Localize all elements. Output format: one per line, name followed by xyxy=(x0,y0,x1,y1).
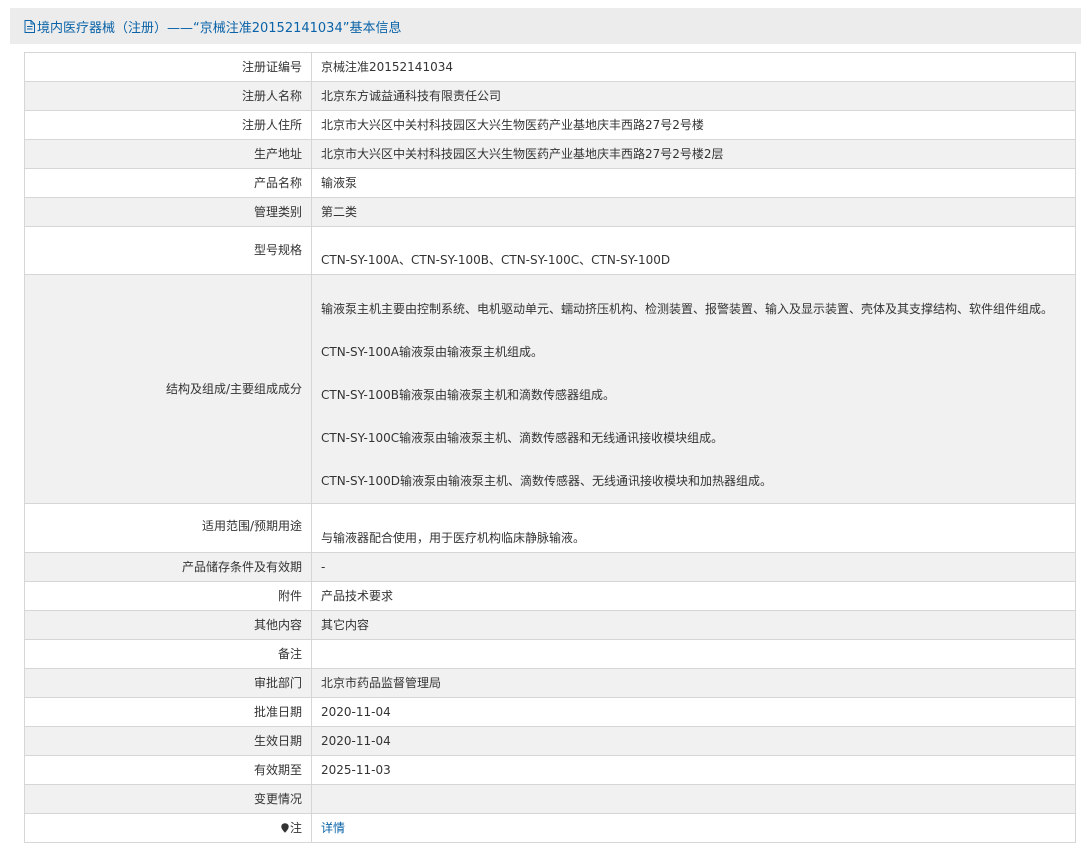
table-row: 型号规格 CTN-SY-100A、CTN-SY-100B、CTN-SY-100C… xyxy=(24,226,1076,275)
structure-paragraph: CTN-SY-100B输液泵由输液泵主机和滴数传感器组成。 xyxy=(321,388,616,402)
field-value: - xyxy=(311,552,1076,582)
field-label: 结构及组成/主要组成成分 xyxy=(24,274,312,504)
field-value: 其它内容 xyxy=(311,610,1076,640)
field-label: 生产地址 xyxy=(24,139,312,169)
table-row: 有效期至 2025-11-03 xyxy=(24,755,1076,785)
structure-value: 输液泵主机主要由控制系统、电机驱动单元、蠕动挤压机构、检测装置、报警装置、输入及… xyxy=(311,274,1076,504)
field-label: 产品名称 xyxy=(24,168,312,198)
structure-paragraph: 输液泵主机主要由控制系统、电机驱动单元、蠕动挤压机构、检测装置、报警装置、输入及… xyxy=(321,302,1054,316)
registration-info-table: 注册证编号 京械注准20152141034 注册人名称 北京东方诚益通科技有限责… xyxy=(24,52,1076,843)
field-value: 北京东方诚益通科技有限责任公司 xyxy=(311,81,1076,111)
table-row: 生产地址 北京市大兴区中关村科技园区大兴生物医药产业基地庆丰西路27号2号楼2层 xyxy=(24,139,1076,169)
field-label: 附件 xyxy=(24,581,312,611)
table-row: 批准日期 2020-11-04 xyxy=(24,697,1076,727)
table-row: 注册证编号 京械注准20152141034 xyxy=(24,52,1076,82)
page-title: 境内医疗器械（注册）——“京械注准20152141034”基本信息 xyxy=(37,20,402,36)
table-row: 其他内容 其它内容 xyxy=(24,610,1076,640)
field-label: 备注 xyxy=(24,639,312,669)
field-label: 适用范围/预期用途 xyxy=(24,503,312,553)
field-value xyxy=(311,784,1076,814)
field-label: 管理类别 xyxy=(24,197,312,227)
field-label: 变更情况 xyxy=(24,784,312,814)
field-value: 输液泵 xyxy=(311,168,1076,198)
structure-paragraph: CTN-SY-100A输液泵由输液泵主机组成。 xyxy=(321,345,543,359)
title-bar: 境内医疗器械（注册）——“京械注准20152141034”基本信息 xyxy=(10,8,1081,44)
table-row: 备注 xyxy=(24,639,1076,669)
note-label-text: 注 xyxy=(289,821,302,835)
field-value: 2020-11-04 xyxy=(311,697,1076,727)
table-row: 变更情况 xyxy=(24,784,1076,814)
field-value: 与输液器配合使用，用于医疗机构临床静脉输液。 xyxy=(311,503,1076,553)
field-label: 注册证编号 xyxy=(24,52,312,82)
structure-paragraph: CTN-SY-100D输液泵由输液泵主机、滴数传感器、无线通讯接收模块和加热器组… xyxy=(321,474,773,488)
table-row: 注册人住所 北京市大兴区中关村科技园区大兴生物医药产业基地庆丰西路27号2号楼 xyxy=(24,110,1076,140)
field-value: 北京市大兴区中关村科技园区大兴生物医药产业基地庆丰西路27号2号楼2层 xyxy=(311,139,1076,169)
field-value xyxy=(311,639,1076,669)
field-label: 生效日期 xyxy=(24,726,312,756)
table-row: 审批部门 北京市药品监督管理局 xyxy=(24,668,1076,698)
field-label: 注册人住所 xyxy=(24,110,312,140)
table-row: 适用范围/预期用途 与输液器配合使用，用于医疗机构临床静脉输液。 xyxy=(24,503,1076,553)
field-value: CTN-SY-100A、CTN-SY-100B、CTN-SY-100C、CTN-… xyxy=(311,226,1076,275)
table-row: 附件 产品技术要求 xyxy=(24,581,1076,611)
table-row: 注 详情 xyxy=(24,813,1076,843)
field-value: 北京市药品监督管理局 xyxy=(311,668,1076,698)
field-label: 审批部门 xyxy=(24,668,312,698)
table-row: 产品储存条件及有效期 - xyxy=(24,552,1076,582)
note-label: 注 xyxy=(24,813,312,843)
table-row: 结构及组成/主要组成成分 输液泵主机主要由控制系统、电机驱动单元、蠕动挤压机构、… xyxy=(24,274,1076,504)
structure-paragraph: CTN-SY-100C输液泵由输液泵主机、滴数传感器和无线通讯接收模块组成。 xyxy=(321,431,724,445)
table-row: 管理类别 第二类 xyxy=(24,197,1076,227)
field-value: 产品技术要求 xyxy=(311,581,1076,611)
field-label: 注册人名称 xyxy=(24,81,312,111)
table-row: 产品名称 输液泵 xyxy=(24,168,1076,198)
table-row: 注册人名称 北京东方诚益通科技有限责任公司 xyxy=(24,81,1076,111)
field-value: 北京市大兴区中关村科技园区大兴生物医药产业基地庆丰西路27号2号楼 xyxy=(311,110,1076,140)
field-label: 其他内容 xyxy=(24,610,312,640)
field-value: 京械注准20152141034 xyxy=(311,52,1076,82)
field-value: 2020-11-04 xyxy=(311,726,1076,756)
field-value: 2025-11-03 xyxy=(311,755,1076,785)
location-pin-icon xyxy=(281,823,289,833)
field-value: 第二类 xyxy=(311,197,1076,227)
note-value: 详情 xyxy=(311,813,1076,843)
field-label: 型号规格 xyxy=(24,226,312,275)
field-label: 有效期至 xyxy=(24,755,312,785)
field-label: 批准日期 xyxy=(24,697,312,727)
document-icon xyxy=(24,19,35,33)
field-label: 产品储存条件及有效期 xyxy=(24,552,312,582)
table-row: 生效日期 2020-11-04 xyxy=(24,726,1076,756)
details-link[interactable]: 详情 xyxy=(321,821,345,835)
page-frame: 境内医疗器械（注册）——“京械注准20152141034”基本信息 注册证编号 … xyxy=(10,8,1081,860)
